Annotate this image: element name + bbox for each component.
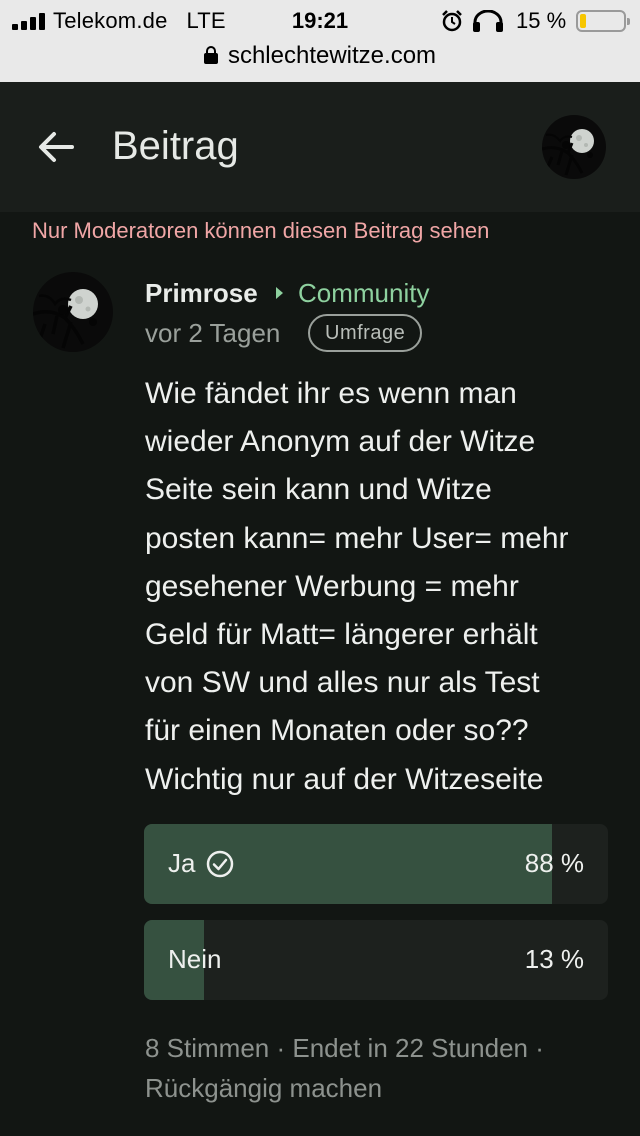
post-body-line: für einen Monaten oder so?? bbox=[145, 714, 529, 748]
page-title: Beitrag bbox=[112, 124, 239, 168]
post-body-line: von SW und alles nur als Test bbox=[145, 666, 540, 700]
poll-option-label: Nein bbox=[168, 944, 222, 974]
arrow-left-icon[interactable] bbox=[36, 130, 76, 164]
battery-level bbox=[580, 14, 586, 28]
headphones-icon bbox=[473, 10, 503, 32]
caret-right-icon bbox=[276, 287, 283, 299]
post-body-line: posten kann= mehr User= mehr bbox=[145, 521, 569, 555]
undo-vote-link[interactable]: Rückgängig machen bbox=[145, 1073, 382, 1103]
post-body-line: Wichtig nur auf der Witzeseite bbox=[145, 762, 544, 796]
post-body-line: Geld für Matt= längerer erhält bbox=[145, 618, 538, 652]
post-type-badge: Umfrage bbox=[308, 314, 423, 352]
app-header: Beitrag bbox=[0, 82, 640, 212]
check-circle-icon bbox=[206, 850, 234, 878]
url-bar[interactable]: schlechtewitze.com bbox=[0, 42, 640, 74]
moderation-notice: Nur Moderatoren können diesen Beitrag se… bbox=[32, 218, 490, 243]
url-text[interactable]: schlechtewitze.com bbox=[228, 42, 436, 69]
author-name[interactable]: Primrose bbox=[145, 278, 258, 309]
battery-icon bbox=[576, 10, 630, 32]
poll-vote-count: 8 Stimmen bbox=[145, 1033, 270, 1063]
lock-icon bbox=[203, 46, 218, 64]
post-body-line: wieder Anonym auf der Witze bbox=[145, 425, 536, 459]
status-bar: Telekom.de LTE 19:21 15 % bbox=[0, 0, 640, 40]
moon-avatar-image bbox=[33, 272, 113, 352]
poll-end-time: Endet in 22 Stunden bbox=[292, 1033, 529, 1063]
post-body-line: Seite sein kann und Witze bbox=[145, 473, 492, 507]
battery-percent: 15 % bbox=[516, 8, 567, 33]
browser-chrome: Telekom.de LTE 19:21 15 % schlechtewitze… bbox=[0, 0, 640, 82]
alarm-icon bbox=[442, 10, 462, 32]
poll-option-percent: 13 % bbox=[524, 944, 584, 974]
author-avatar[interactable] bbox=[33, 272, 113, 352]
community-link[interactable]: Community bbox=[298, 278, 429, 309]
post-body-line: Wie fändet ihr es wenn man bbox=[145, 377, 517, 410]
poll-option-nein[interactable]: Nein 13 % bbox=[144, 920, 608, 1000]
poll-option-ja[interactable]: Ja 88 % bbox=[144, 824, 608, 904]
post-body: Wie fändet ihr es wenn man wieder Anonym… bbox=[145, 370, 615, 804]
user-avatar[interactable] bbox=[542, 115, 606, 179]
moon-avatar-image bbox=[542, 115, 606, 179]
poll-meta: 8 Stimmen · Endet in 22 Stunden · Rückgä… bbox=[145, 1033, 544, 1103]
post-timestamp: vor 2 Tagen bbox=[145, 318, 281, 348]
post-body-line: gesehener Werbung = mehr bbox=[145, 569, 519, 603]
poll-option-label: Ja bbox=[168, 848, 196, 878]
poll-option-percent: 88 % bbox=[524, 848, 584, 878]
